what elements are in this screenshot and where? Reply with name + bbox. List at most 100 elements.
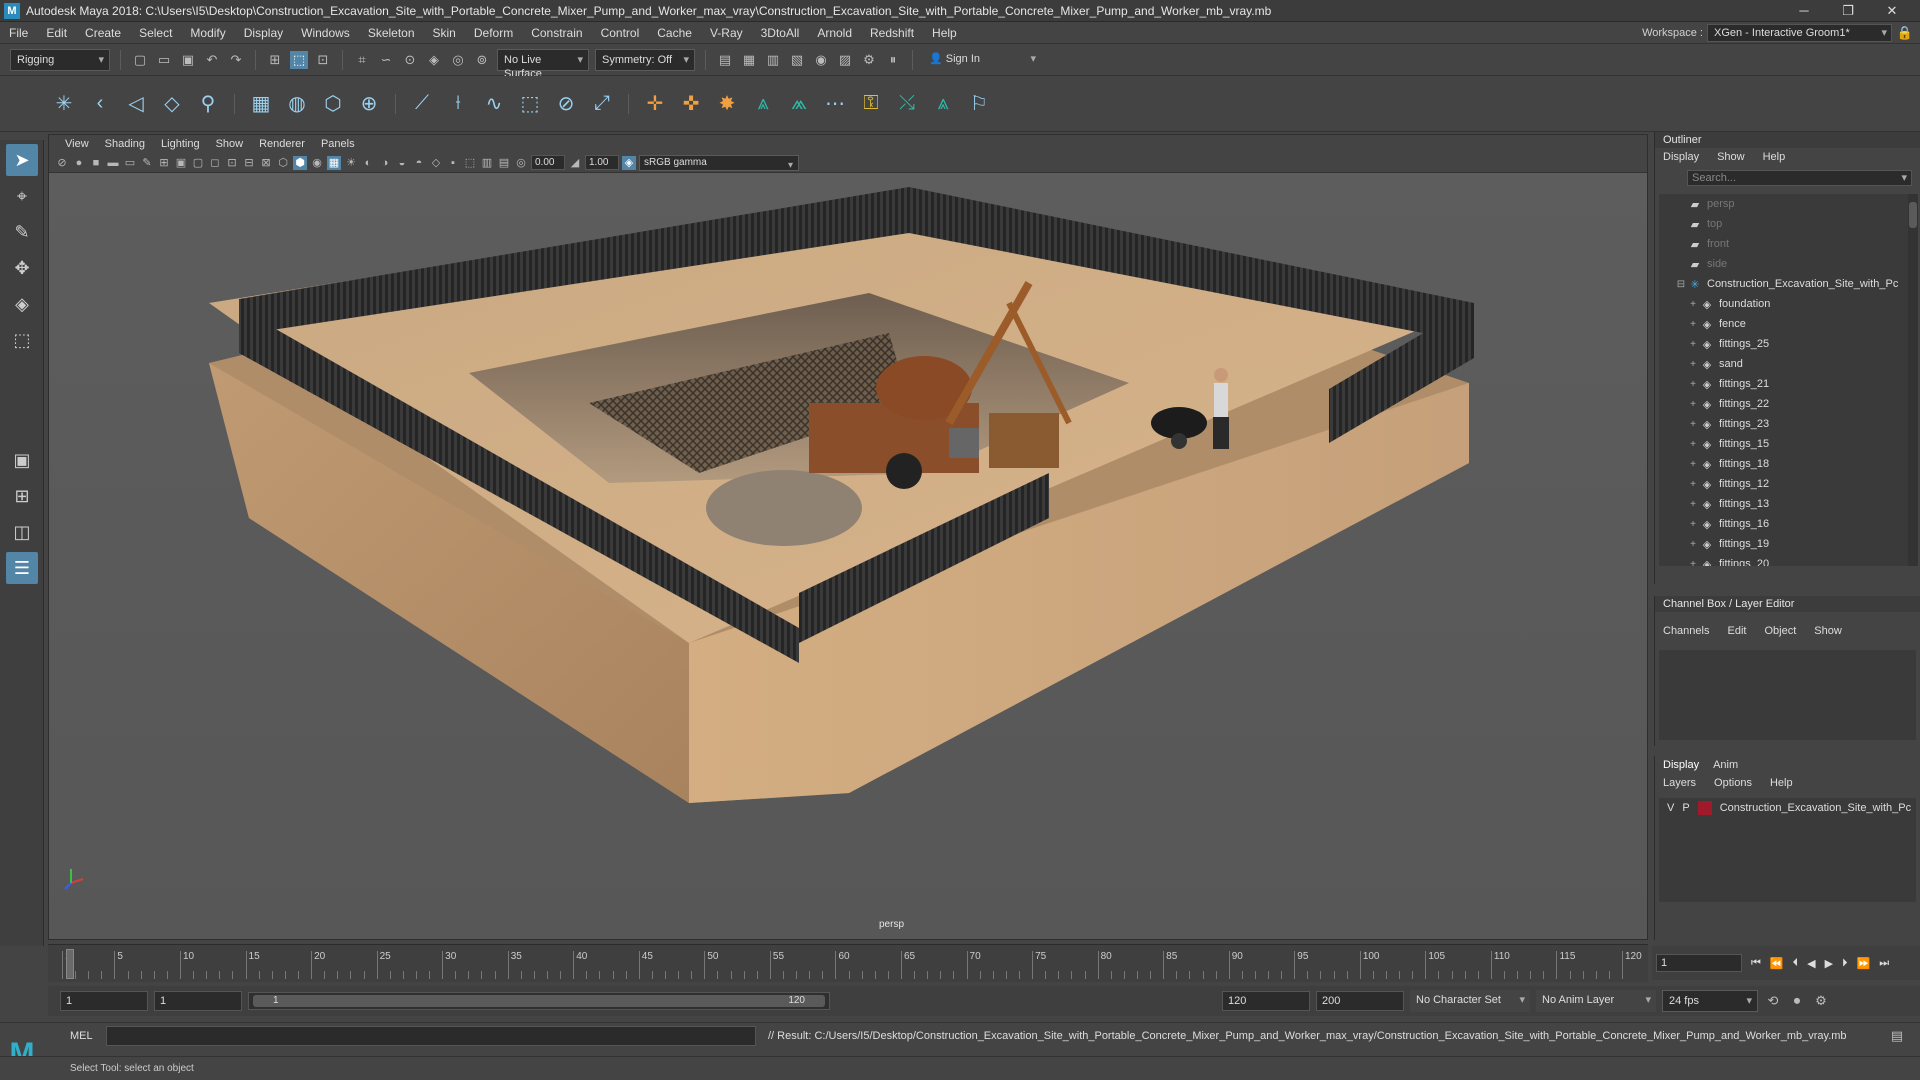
outliner-item-sand[interactable]: + ◈ sand [1659, 354, 1909, 374]
lasso-tool-icon[interactable]: ⌖ [6, 180, 38, 212]
tab-anim[interactable]: Anim [1713, 759, 1738, 771]
exposure-icon[interactable]: ◎ [514, 156, 528, 170]
anim-prefs-icon[interactable]: ⚙ [1812, 992, 1830, 1010]
color-management-icon[interactable]: ◈ [622, 155, 636, 170]
gate-mask-icon[interactable]: ◻ [208, 156, 222, 170]
menu-vray[interactable]: V-Ray [701, 26, 752, 40]
outliner-menu-help[interactable]: Help [1763, 151, 1786, 163]
hypershade-icon[interactable]: ◉ [812, 51, 830, 69]
outliner-item-fittings-18[interactable]: + ◈ fittings_18 [1659, 454, 1909, 474]
menu-3dtoall[interactable]: 3DtoAll [752, 26, 809, 40]
single-view-icon[interactable]: ▣ [6, 444, 38, 476]
xray-joints-icon[interactable]: ▥ [480, 156, 494, 170]
play-backwards-icon[interactable]: ◀ [1807, 957, 1815, 970]
expand-icon[interactable]: + [1687, 559, 1699, 567]
step-back-key-icon[interactable]: ⏪ [1770, 957, 1784, 970]
menu-constrain[interactable]: Constrain [522, 26, 591, 40]
outliner-item-foundation[interactable]: + ◈ foundation [1659, 294, 1909, 314]
expand-icon[interactable]: + [1687, 519, 1699, 530]
ik-handle-icon[interactable]: ⚲ [194, 90, 222, 118]
go-to-start-icon[interactable]: ⏮ [1751, 957, 1761, 970]
outliner-item-top[interactable]: ▰ top [1659, 214, 1909, 234]
step-back-frame-icon[interactable]: ⏴ [1793, 957, 1799, 970]
outliner-item-fittings-25[interactable]: + ◈ fittings_25 [1659, 334, 1909, 354]
snap-surface-icon[interactable]: ◎ [449, 51, 467, 69]
menu-skin[interactable]: Skin [424, 26, 465, 40]
xray-icon[interactable]: ⬚ [463, 156, 477, 170]
menu-file[interactable]: File [0, 26, 37, 40]
mel-label[interactable]: MEL [70, 1030, 106, 1042]
snap-curve-icon[interactable]: ∽ [377, 51, 395, 69]
layer-menu-options[interactable]: Options [1714, 777, 1752, 789]
orient-constraint-icon[interactable]: ⩓ [749, 90, 777, 118]
layer-visibility-toggle[interactable]: V [1667, 802, 1674, 814]
play-forwards-icon[interactable]: ▶ [1825, 957, 1833, 970]
start-frame-field[interactable]: 1 [60, 991, 148, 1011]
render-frame-icon[interactable]: ▦ [740, 51, 758, 69]
expand-icon[interactable]: + [1687, 479, 1699, 490]
paint-select-icon[interactable]: ✎ [6, 216, 38, 248]
point-constraint-icon[interactable]: ✜ [677, 90, 705, 118]
select-tool-icon[interactable]: ➤ [6, 144, 38, 176]
select-object-icon[interactable]: ⬚ [290, 50, 308, 69]
textured-icon[interactable]: ▦ [327, 155, 341, 170]
outliner-item-fittings-20[interactable]: + ◈ fittings_20 [1659, 554, 1909, 566]
menu-control[interactable]: Control [592, 26, 649, 40]
smooth-shade-icon[interactable]: ⬢ [293, 155, 307, 170]
menu-redshift[interactable]: Redshift [861, 26, 923, 40]
rotate-tool-icon[interactable]: ◈ [6, 288, 38, 320]
open-scene-icon[interactable]: ▭ [155, 51, 173, 69]
pause-icon[interactable]: ⏸ [884, 51, 902, 69]
menu-modify[interactable]: Modify [181, 26, 234, 40]
blend-shape-icon[interactable]: ⤯ [893, 90, 921, 118]
menu-deform[interactable]: Deform [465, 26, 522, 40]
range-bar-fill[interactable] [253, 995, 825, 1007]
select-component-icon[interactable]: ⊡ [314, 51, 332, 69]
default-material-icon[interactable]: ◉ [310, 156, 324, 170]
orient-joint-icon[interactable]: ◇ [158, 90, 186, 118]
smooth-bind-icon[interactable]: ∿ [480, 90, 508, 118]
anim-start-field[interactable]: 1 [154, 991, 242, 1011]
camera-attributes-icon[interactable]: ● [72, 156, 86, 170]
lattice-icon[interactable]: ▦ [247, 90, 275, 118]
pole-vector-icon[interactable]: ⋯ [821, 90, 849, 118]
layer-menu-help[interactable]: Help [1770, 777, 1793, 789]
menu-skeleton[interactable]: Skeleton [359, 26, 424, 40]
vray-render-icon[interactable]: ▨ [836, 51, 854, 69]
film-gate-icon[interactable]: ▣ [174, 156, 188, 170]
menu-arnold[interactable]: Arnold [808, 26, 861, 40]
four-view-icon[interactable]: ⊞ [6, 480, 38, 512]
joint-tool-icon[interactable]: ✳ [50, 90, 78, 118]
outliner-item-fittings-22[interactable]: + ◈ fittings_22 [1659, 394, 1909, 414]
snap-grid-icon[interactable]: ⌗ [353, 51, 371, 69]
auto-key-icon[interactable]: ⏺ [1788, 992, 1806, 1010]
menu-cache[interactable]: Cache [648, 26, 701, 40]
step-forward-key-icon[interactable]: ⏩ [1857, 957, 1871, 970]
menu-create[interactable]: Create [76, 26, 130, 40]
mel-input[interactable] [106, 1025, 756, 1046]
expand-icon[interactable]: + [1687, 299, 1699, 310]
ambient-occlusion-icon[interactable]: ◑ [378, 156, 392, 170]
3d-viewport[interactable]: persp [49, 173, 1647, 939]
fps-dropdown[interactable]: 24 fps [1662, 990, 1758, 1012]
outliner-item-front[interactable]: ▰ front [1659, 234, 1909, 254]
sculpt-deformer-icon[interactable]: ◍ [283, 90, 311, 118]
layer-playback-toggle[interactable]: P [1682, 802, 1689, 814]
expand-icon[interactable]: + [1687, 459, 1699, 470]
set-driven-key-icon[interactable]: ⚿ [857, 90, 885, 118]
cb-menu-object[interactable]: Object [1764, 625, 1796, 637]
tab-display[interactable]: Display [1663, 759, 1699, 771]
vp-menu-lighting[interactable]: Lighting [153, 138, 208, 150]
end-frame-field[interactable]: 120 [1222, 991, 1310, 1011]
range-bar[interactable]: 1 120 [248, 992, 830, 1010]
select-hierarchy-icon[interactable]: ⊞ [266, 51, 284, 69]
anti-alias-icon[interactable]: ◓ [412, 156, 426, 170]
snap-plane-icon[interactable]: ◈ [425, 51, 443, 69]
gamma-icon[interactable]: ◢ [568, 156, 582, 170]
safe-action-icon[interactable]: ⊟ [242, 156, 256, 170]
live-surface-field[interactable]: No Live Surface [497, 48, 589, 80]
outliner-item-persp[interactable]: ▰ persp [1659, 194, 1909, 214]
expand-icon[interactable]: + [1687, 319, 1699, 330]
layer-menu-layers[interactable]: Layers [1663, 777, 1696, 789]
paint-weights-icon[interactable]: ⟊ [444, 90, 472, 118]
